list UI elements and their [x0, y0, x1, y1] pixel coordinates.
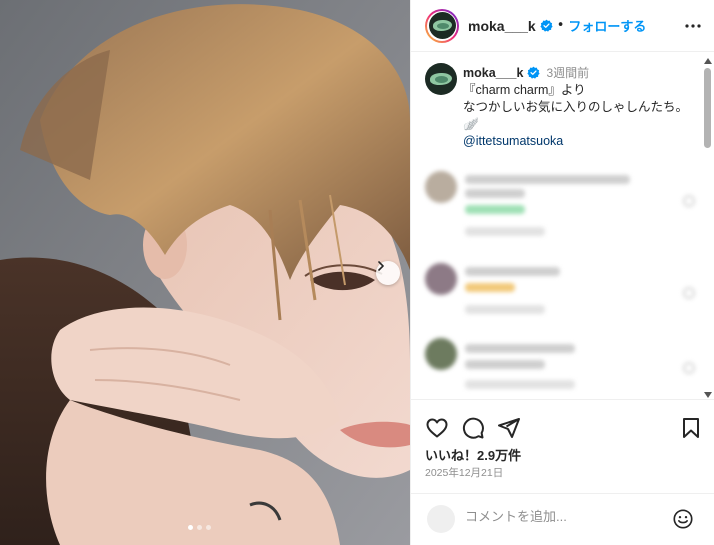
carousel-next-button[interactable]: [376, 261, 400, 285]
carousel-indicator: [188, 525, 211, 530]
share-icon[interactable]: [497, 416, 521, 440]
follow-button[interactable]: フォローする: [568, 16, 646, 35]
chevron-right-icon: [378, 261, 384, 271]
caption-timestamp: 3週間前: [546, 66, 590, 80]
header-username[interactable]: moka___k: [468, 18, 536, 34]
story-ring[interactable]: [425, 8, 459, 43]
scroll-thumb[interactable]: [704, 68, 711, 148]
emoji-icon[interactable]: [672, 508, 694, 530]
post-date[interactable]: 2025年12月21日: [425, 465, 503, 480]
blurred-comment: [425, 338, 695, 398]
post-side-panel: moka___k • フォローする moka___k 3週間前 『charm ch…: [410, 0, 714, 545]
avatar: [428, 12, 456, 39]
avatar[interactable]: [425, 63, 457, 95]
separator-dot: •: [556, 18, 565, 33]
feather-emoji: 🪽: [463, 117, 479, 131]
caption-text-line2: なつかしいお気に入りのしゃしんたち。: [463, 100, 689, 114]
scroll-up-arrow-icon[interactable]: [704, 58, 712, 64]
comment-input[interactable]: [465, 509, 665, 524]
comments-scrollbar[interactable]: [703, 58, 712, 398]
likes-count[interactable]: いいね！2.9万件: [425, 445, 521, 464]
bookmark-icon[interactable]: [679, 416, 703, 440]
caption-text-line1: 『charm charm』より: [463, 83, 586, 97]
add-comment-bar: [411, 493, 714, 545]
carousel-dot: [197, 525, 202, 530]
scroll-down-arrow-icon[interactable]: [704, 392, 712, 398]
verified-badge-icon: [540, 19, 553, 32]
heart-icon[interactable]: [425, 416, 449, 440]
more-options-icon[interactable]: [683, 16, 703, 36]
post-actions: いいね！2.9万件 2025年12月21日: [411, 399, 714, 499]
comments-section[interactable]: moka___k 3週間前 『charm charm』より なつかしいお気に入りの…: [411, 53, 714, 398]
post-header: moka___k • フォローする: [411, 0, 714, 52]
carousel-dot: [206, 525, 211, 530]
post-photo[interactable]: [0, 0, 410, 545]
caption-mention-link[interactable]: @ittetsumatsuoka: [463, 133, 699, 150]
heart-icon: [683, 287, 695, 299]
portrait-image: [0, 0, 410, 545]
heart-icon: [683, 195, 695, 207]
avatar: [425, 338, 457, 370]
avatar: [427, 505, 455, 533]
caption-username[interactable]: moka___k: [463, 66, 523, 80]
heart-icon: [683, 362, 695, 374]
blurred-comment: [425, 263, 695, 343]
avatar: [425, 171, 457, 203]
blurred-comment: [425, 171, 695, 251]
verified-badge-icon: [527, 66, 541, 79]
comment-icon[interactable]: [461, 416, 485, 440]
carousel-dot: [188, 525, 193, 530]
avatar: [425, 263, 457, 295]
